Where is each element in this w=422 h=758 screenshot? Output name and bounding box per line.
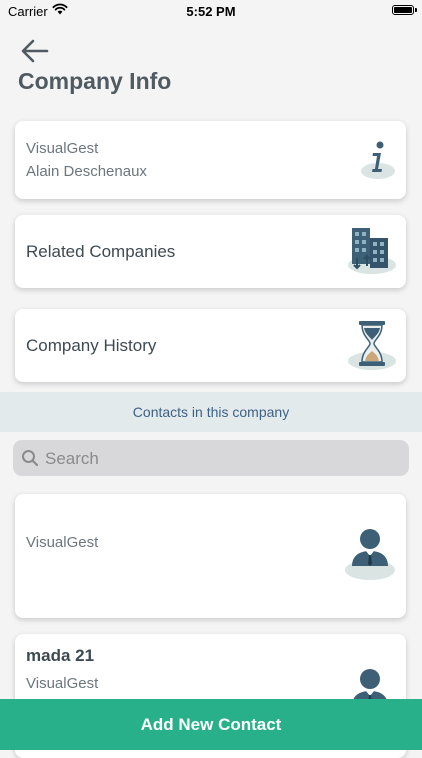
- contact-card[interactable]: VisualGest: [15, 494, 406, 618]
- company-name: VisualGest: [26, 140, 99, 157]
- related-companies-label: Related Companies: [26, 242, 176, 261]
- contact-name: Alain Deschenaux: [26, 163, 147, 180]
- add-new-contact-button[interactable]: Add New Contact: [0, 699, 422, 750]
- status-bar: Carrier 5:52 PM: [0, 0, 422, 24]
- company-history-card[interactable]: Company History: [15, 309, 406, 382]
- buildings-icon: [346, 226, 398, 281]
- clock: 5:52 PM: [186, 4, 236, 19]
- company-card[interactable]: VisualGest Alain Deschenaux: [15, 121, 406, 199]
- contacts-section-header: Contacts in this company: [0, 392, 422, 432]
- person-icon: [343, 526, 397, 587]
- info-icon: [359, 137, 397, 186]
- search-bar[interactable]: [13, 440, 409, 478]
- arrow-left-icon: [21, 39, 49, 63]
- company-history-label: Company History: [26, 336, 157, 355]
- hourglass-icon: [346, 318, 398, 377]
- back-button[interactable]: [20, 38, 50, 64]
- search-input[interactable]: [43, 440, 397, 478]
- related-companies-card[interactable]: Related Companies: [15, 215, 406, 288]
- contact-company: VisualGest: [26, 534, 99, 551]
- page-title: Company Info: [18, 68, 172, 94]
- battery-icon: [392, 5, 417, 15]
- contact-name: mada 21: [26, 646, 95, 665]
- contact-company: VisualGest: [26, 675, 99, 692]
- search-icon: [22, 450, 39, 467]
